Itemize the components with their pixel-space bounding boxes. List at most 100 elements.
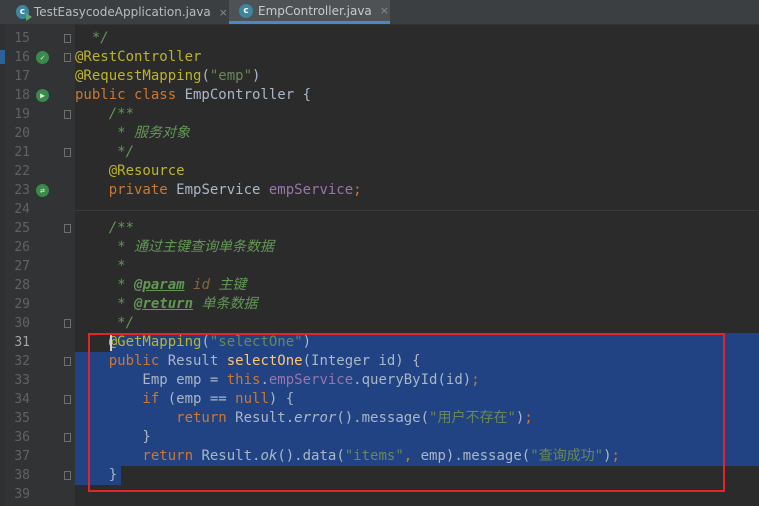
line-number: 37 [14,449,30,464]
code-token: */ [75,30,109,46]
code-text[interactable]: @Resource [75,162,185,181]
code-token: public class [75,87,185,103]
fold-marker-icon[interactable] [64,319,71,328]
line-number: 32 [14,354,30,369]
fold-marker-icon[interactable] [64,34,71,43]
code-token: 单条数据 [193,296,258,312]
line-number: 15 [14,31,30,46]
line-number: 19 [14,107,30,122]
line-number: 36 [14,430,30,445]
code-token: /** [75,220,135,236]
code-token: * 通过主键查询单条数据 [75,239,275,255]
code-token: @Resource [75,163,185,179]
code-token: @RequestMapping [75,68,202,84]
highlight-annotation-box [88,333,725,492]
code-line[interactable]: 26 * 通过主键查询单条数据 [0,238,759,257]
code-line[interactable]: 27 * [0,257,759,276]
line-number: 30 [14,316,30,331]
code-token: */ [75,315,135,331]
code-text[interactable]: * 通过主键查询单条数据 [75,238,274,257]
code-token: ) [252,68,261,84]
code-token: @param [134,277,185,293]
code-line[interactable]: 18 ▶ public class EmpController { [0,86,759,105]
line-number: 20 [14,126,30,141]
code-line[interactable]: 22 @Resource [0,162,759,181]
class-run-icon: c [16,5,32,21]
code-token: "emp" [209,68,253,84]
line-number: 27 [14,259,30,274]
line-number: 22 [14,164,30,179]
code-line[interactable]: 20 * 服务对象 [0,124,759,143]
code-text[interactable]: public class EmpController { [75,86,311,105]
fold-marker-icon[interactable] [64,471,71,480]
code-token: * [75,277,135,293]
run-class-icon[interactable]: ▶ [36,89,49,102]
code-token: * 服务对象 [75,125,191,141]
line-number: 29 [14,297,30,312]
line-number: 24 [14,202,30,217]
fold-marker-icon[interactable] [64,224,71,233]
fold-marker-icon[interactable] [64,357,71,366]
fold-marker-icon[interactable] [64,110,71,119]
code-text[interactable]: */ [75,143,134,162]
code-text[interactable]: @RequestMapping("emp") [75,67,260,86]
line-number: 18 [14,88,30,103]
code-token: * [75,296,135,312]
code-line[interactable]: 15 */ [0,29,759,48]
line-number: 34 [14,392,30,407]
fold-marker-icon[interactable] [64,433,71,442]
code-line[interactable]: 21 */ [0,143,759,162]
code-line[interactable]: 16 ✓ @RestController [0,48,759,67]
code-token: @return [134,296,194,312]
tab-emp-controller[interactable]: c EmpController.java × [229,0,390,24]
code-line[interactable]: 23 ⇄ private EmpService empService; [0,181,759,200]
bean-icon[interactable]: ✓ [36,51,49,64]
code-line[interactable]: 29 * @return 单条数据 [0,295,759,314]
fold-marker-icon[interactable] [64,395,71,404]
autowire-icon[interactable]: ⇄ [36,184,49,197]
line-number: 17 [14,69,30,84]
code-line[interactable]: 30 */ [0,314,759,333]
code-token: ( [201,68,210,84]
line-number: 35 [14,411,30,426]
code-text[interactable]: * @param id 主键 [75,276,246,295]
text-caret [110,335,112,351]
close-icon[interactable]: × [380,4,389,17]
code-text[interactable]: */ [75,29,109,48]
code-line[interactable]: 25 /** [0,219,759,238]
fold-marker-icon[interactable] [64,53,71,62]
fold-marker-icon[interactable] [64,148,71,157]
code-line[interactable]: 17 @RequestMapping("emp") [0,67,759,86]
close-icon[interactable]: × [219,6,228,19]
code-token: empService [268,182,354,198]
code-line[interactable]: 28 * @param id 主键 [0,276,759,295]
code-text[interactable]: * 服务对象 [75,124,190,143]
code-text[interactable]: */ [75,314,134,333]
code-token: private [75,182,177,198]
line-number: 26 [14,240,30,255]
code-text[interactable]: * [75,257,126,276]
code-token: /** [75,106,135,122]
code-token: */ [75,144,135,160]
class-icon: c [239,3,253,18]
code-text[interactable]: @RestController [75,48,201,67]
code-text[interactable]: /** [75,105,134,124]
line-number: 28 [14,278,30,293]
line-number: 33 [14,373,30,388]
code-text[interactable]: * @return 单条数据 [75,295,257,314]
code-token: * [75,258,126,274]
code-token: EmpService [176,182,269,198]
line-number: 16 [14,50,30,65]
editor-tab-bar: c TestEasycodeApplication.java × c EmpCo… [0,0,759,25]
code-token: ; [353,182,362,198]
code-line[interactable]: 19 /** [0,105,759,124]
code-token: @RestController [75,49,202,65]
code-text[interactable]: private EmpService empService; [75,181,362,200]
code-token: 主键 [209,277,247,293]
code-text[interactable]: /** [75,219,134,238]
code-token: id [193,277,210,293]
line-number: 39 [14,487,30,502]
code-token: EmpController { [184,87,312,103]
tab-test-easycode-application[interactable]: c TestEasycodeApplication.java × [0,0,228,24]
tab-label: EmpController.java [258,3,372,18]
